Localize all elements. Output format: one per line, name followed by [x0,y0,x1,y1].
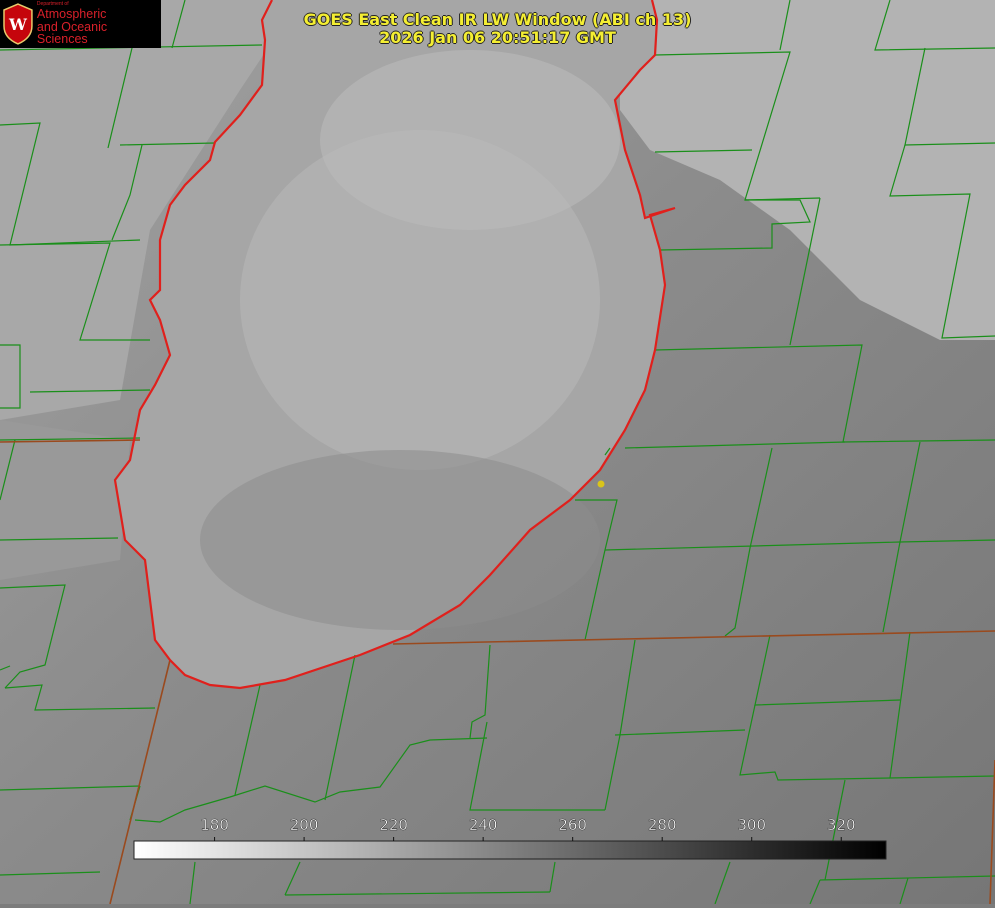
satellite-map: 180 200 220 240 260 280 300 320 GOES East Clean… [0,0,995,905]
colorbar-bar [133,840,887,860]
colorbar-tick-label: 260 [558,816,587,834]
colorbar-tick-label: 280 [648,816,677,834]
logo: W Department of Atmospheric and Oceanic … [0,0,161,48]
logo-line-1: Atmospheric [36,7,107,22]
lake-cloud-north [320,50,620,230]
cloud-band-west [0,420,130,580]
colorbar-tick-label: 320 [827,816,856,834]
svg-text:W: W [8,15,28,34]
logo-line-2: and Oceanic Sciences [36,19,108,47]
colorbar-tick-label: 240 [469,816,498,834]
colorbar-tick-label: 220 [379,816,408,834]
colorbar-tick-label: 200 [290,816,319,834]
location-marker [597,480,605,488]
lake-southern-gray [200,450,600,630]
university-seal-icon: W [3,3,33,45]
colorbar-tick-label: 300 [737,816,766,834]
colorbar-tick-label: 180 [200,816,229,834]
logo-text: Department of Atmospheric and Oceanic Sc… [37,2,161,46]
map-canvas: 180 200 220 240 260 280 300 320 [0,0,995,905]
